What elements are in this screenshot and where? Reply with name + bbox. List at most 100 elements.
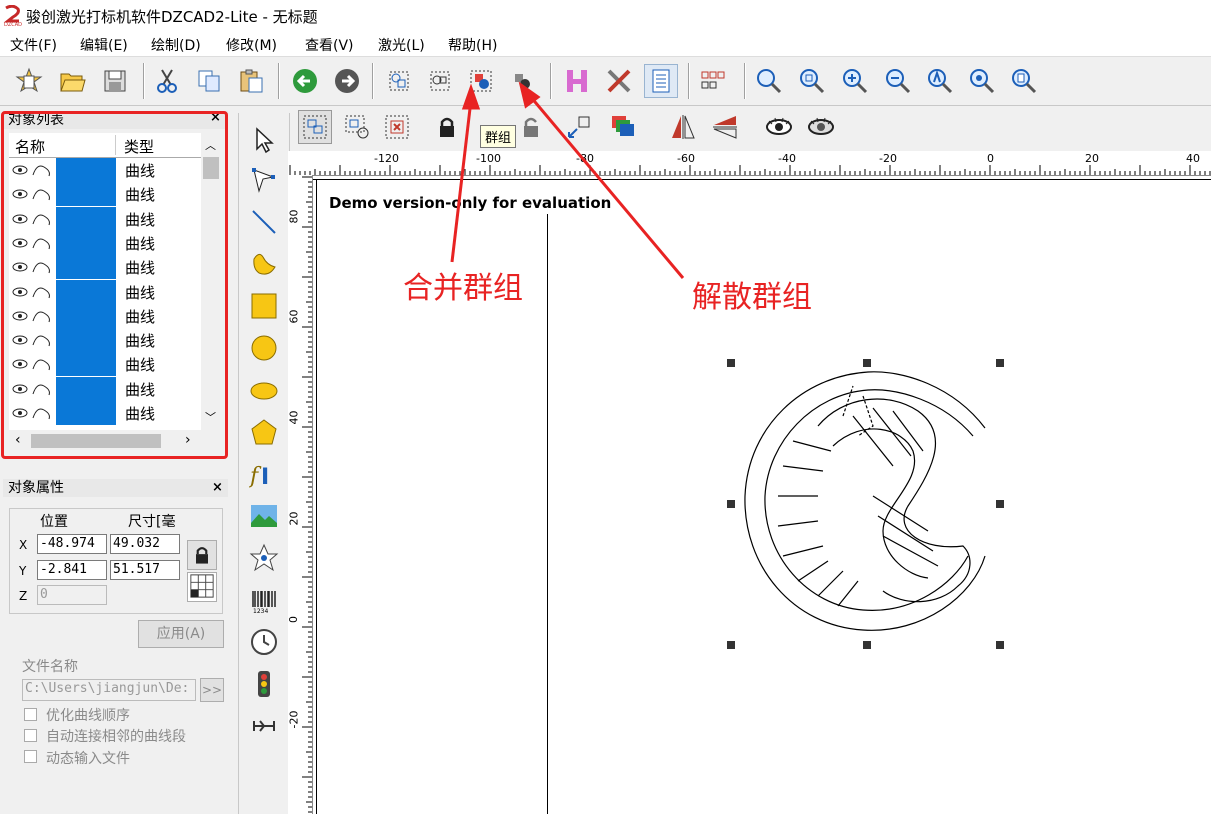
zoom-icon[interactable] bbox=[752, 64, 786, 98]
circle-icon[interactable] bbox=[247, 331, 281, 365]
lock-icon bbox=[196, 547, 208, 564]
rectangle-icon[interactable] bbox=[247, 289, 281, 323]
align-icon[interactable] bbox=[562, 110, 596, 144]
vertical-ruler: 80 60 40 20 0 -20 bbox=[287, 175, 313, 814]
menu-edit[interactable]: 编辑(E) bbox=[80, 35, 128, 55]
ruler-label: 20 bbox=[1085, 152, 1099, 165]
ruler-label: -40 bbox=[778, 152, 796, 165]
ruler-label: 0 bbox=[987, 152, 994, 165]
main-toolbar bbox=[0, 57, 1211, 106]
ruler-label: 20 bbox=[287, 511, 301, 526]
unlock-icon[interactable] bbox=[514, 110, 548, 144]
hatch-icon[interactable] bbox=[560, 64, 594, 98]
text-icon[interactable]: fI bbox=[247, 457, 281, 491]
zoom-all-icon[interactable] bbox=[923, 64, 957, 98]
menu-laser[interactable]: 激光(L) bbox=[378, 35, 425, 55]
menu-bar: 文件(F) 编辑(E) 绘制(D) 修改(M) 查看(V) 激光(L) 帮助(H… bbox=[0, 32, 1211, 57]
svg-text:DZCAD: DZCAD bbox=[4, 22, 22, 27]
zoom-minus-icon[interactable] bbox=[881, 64, 915, 98]
ruler-label: 60 bbox=[287, 309, 301, 324]
logo-drawing[interactable] bbox=[723, 356, 1013, 651]
clock-icon[interactable] bbox=[247, 625, 281, 659]
undo-icon[interactable] bbox=[288, 64, 322, 98]
line-icon[interactable] bbox=[247, 205, 281, 239]
group-select-icon[interactable] bbox=[423, 64, 457, 98]
lock-icon[interactable] bbox=[430, 110, 464, 144]
ungroup-icon[interactable] bbox=[505, 64, 539, 98]
position-label: 位置 bbox=[40, 514, 68, 530]
delay-icon[interactable] bbox=[247, 709, 281, 743]
io-signal-icon[interactable] bbox=[247, 667, 281, 701]
y-position-field[interactable]: -2.841 bbox=[37, 560, 107, 580]
curve-icon[interactable] bbox=[247, 247, 281, 281]
window-title: 骏创激光打标机软件DZCAD2-Lite - 无标题 bbox=[26, 8, 318, 26]
select-node-icon[interactable] bbox=[382, 64, 416, 98]
anchor-grid-button[interactable] bbox=[187, 572, 217, 602]
zoom-plus-icon[interactable] bbox=[838, 64, 872, 98]
menu-view[interactable]: 查看(V) bbox=[305, 35, 354, 55]
ruler-label: -20 bbox=[287, 710, 301, 729]
size-label: 尺寸[毫 bbox=[128, 514, 176, 530]
redo-icon[interactable] bbox=[330, 64, 364, 98]
mirror-vertical-icon[interactable] bbox=[708, 110, 742, 144]
menu-modify[interactable]: 修改(M) bbox=[226, 35, 277, 55]
grid-icon bbox=[190, 574, 214, 598]
optimize-curve-label: 优化曲线顺序 bbox=[46, 708, 130, 724]
select-arrow-icon[interactable] bbox=[247, 123, 281, 157]
ruler-label: -20 bbox=[879, 152, 897, 165]
file-path-field[interactable]: C:\Users\jiangjun\De: bbox=[22, 679, 196, 701]
draw-toolbar: fI 1234 bbox=[238, 113, 290, 814]
zoom-fit-icon[interactable] bbox=[965, 64, 999, 98]
cut-icon[interactable] bbox=[150, 64, 184, 98]
svg-text:1234: 1234 bbox=[253, 608, 268, 615]
new-icon[interactable] bbox=[12, 64, 46, 98]
ruler-label: -120 bbox=[374, 152, 399, 165]
polygon-icon[interactable] bbox=[247, 415, 281, 449]
group-icon[interactable] bbox=[298, 110, 332, 144]
menu-draw[interactable]: 绘制(D) bbox=[151, 35, 201, 55]
dynamic-input-checkbox[interactable] bbox=[24, 750, 37, 763]
save-icon[interactable] bbox=[98, 64, 132, 98]
zoom-in-icon[interactable] bbox=[795, 64, 829, 98]
svg-text:I: I bbox=[261, 465, 269, 489]
image-icon[interactable] bbox=[247, 499, 281, 533]
mirror-horizontal-icon[interactable] bbox=[666, 110, 700, 144]
title-bar: DZCAD 骏创激光打标机软件DZCAD2-Lite - 无标题 bbox=[0, 0, 1211, 32]
rotate-group-icon[interactable] bbox=[340, 110, 374, 144]
layer-order-icon[interactable] bbox=[606, 110, 640, 144]
paste-icon[interactable] bbox=[234, 64, 268, 98]
properties-icon[interactable] bbox=[644, 64, 678, 98]
node-edit-icon[interactable] bbox=[247, 163, 281, 197]
vector-file-icon[interactable] bbox=[247, 541, 281, 575]
x-size-field[interactable]: 49.032 bbox=[110, 534, 180, 554]
ruler-label: 80 bbox=[287, 209, 301, 224]
copy-icon[interactable] bbox=[192, 64, 226, 98]
menu-file[interactable]: 文件(F) bbox=[10, 35, 57, 55]
array-icon[interactable] bbox=[696, 64, 730, 98]
z-position-field[interactable]: 0 bbox=[37, 585, 107, 605]
delete-group-icon[interactable] bbox=[380, 110, 414, 144]
open-icon[interactable] bbox=[55, 64, 89, 98]
merge-group-annotation: 合并群组 bbox=[403, 271, 523, 306]
merge-group-icon[interactable] bbox=[464, 64, 498, 98]
lock-ratio-button[interactable] bbox=[187, 540, 217, 570]
x-position-field[interactable]: -48.974 bbox=[37, 534, 107, 554]
x-label: X bbox=[19, 538, 28, 552]
hide-icon[interactable] bbox=[804, 110, 838, 144]
menu-help[interactable]: 帮助(H) bbox=[448, 35, 497, 55]
auto-connect-checkbox[interactable] bbox=[24, 729, 37, 742]
ungroup-annotation: 解散群组 bbox=[692, 280, 812, 315]
dynamic-input-label: 动态输入文件 bbox=[46, 751, 130, 767]
ruler-label: -80 bbox=[576, 152, 594, 165]
tools-icon[interactable] bbox=[602, 64, 636, 98]
optimize-curve-checkbox[interactable] bbox=[24, 708, 37, 721]
highlight-box bbox=[1, 111, 228, 459]
ellipse-icon[interactable] bbox=[247, 373, 281, 407]
show-icon[interactable] bbox=[762, 110, 796, 144]
y-size-field[interactable]: 51.517 bbox=[110, 560, 180, 580]
zoom-page-icon[interactable] bbox=[1007, 64, 1041, 98]
apply-button[interactable]: 应用(A) bbox=[138, 620, 224, 648]
properties-close-button[interactable]: × bbox=[212, 480, 223, 495]
browse-button[interactable]: >> bbox=[200, 678, 224, 702]
barcode-icon[interactable]: 1234 bbox=[247, 583, 281, 617]
